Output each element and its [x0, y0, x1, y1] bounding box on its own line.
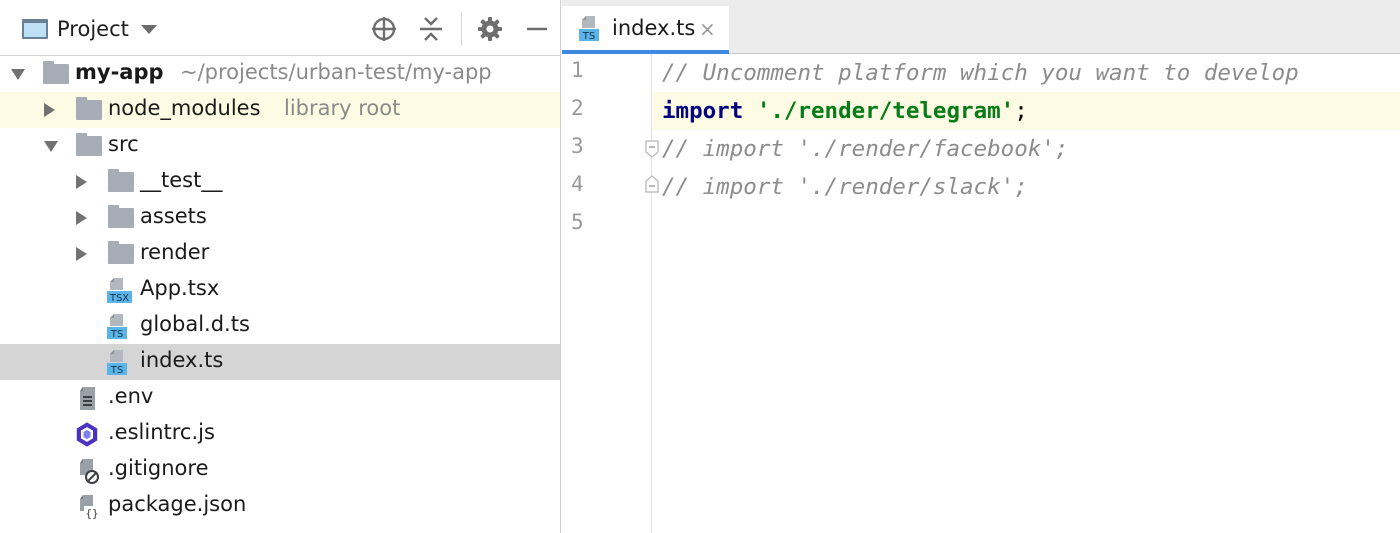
tree-item-env[interactable]: .env — [0, 380, 560, 416]
code-line[interactable]: // import './render/facebook'; — [653, 130, 1400, 168]
tree-item-label: index.ts — [140, 348, 224, 372]
editor-area: TS index.ts × 1 2 3 4 5 // Uncomment pla… — [562, 0, 1400, 533]
text-file-icon — [80, 387, 95, 410]
tree-item-index-ts[interactable]: TS index.ts — [0, 344, 560, 380]
tree-item-label: __test__ — [140, 168, 223, 192]
tree-item-package-json[interactable]: {} package.json — [0, 488, 560, 524]
collapsed-arrow-icon[interactable] — [44, 103, 55, 117]
code-comment: // Uncomment platform which you want to … — [662, 60, 1299, 86]
tree-item-label: src — [108, 132, 139, 156]
ts-file-icon: TS — [107, 350, 127, 376]
tree-item-label: package.json — [108, 492, 247, 516]
tsx-file-icon: TSX — [107, 278, 132, 304]
collapsed-arrow-icon[interactable] — [76, 175, 87, 189]
file-badge: TS — [110, 329, 123, 340]
line-number: 3 — [571, 134, 584, 158]
locate-file-icon — [372, 17, 396, 41]
panel-title: Project — [57, 17, 129, 41]
line-number: 1 — [571, 58, 584, 82]
code-punctuation: ; — [1014, 98, 1028, 124]
code-comment: // import './render/facebook'; — [662, 136, 1069, 162]
folder-icon — [108, 205, 134, 228]
code-line-current[interactable]: import './render/telegram'; — [653, 92, 1400, 130]
code-string: './render/telegram' — [756, 98, 1015, 124]
minimize-button[interactable] — [522, 14, 552, 44]
ts-file-icon: TS — [107, 314, 127, 340]
expanded-arrow-icon[interactable] — [44, 141, 58, 152]
editor-tab-bar: TS index.ts × — [562, 0, 1400, 54]
tree-item-label: my-app — [75, 60, 164, 84]
gear-icon — [478, 17, 502, 41]
code-area[interactable]: // Uncomment platform which you want to … — [653, 54, 1400, 533]
project-tool-window: Project my-app ~/projects/urban-test/my-… — [0, 0, 561, 533]
line-number-gutter: 1 2 3 4 5 — [562, 54, 659, 533]
tree-item-my-app[interactable]: my-app ~/projects/urban-test/my-app — [0, 56, 560, 92]
ignore-file-icon — [80, 459, 99, 484]
ts-file-icon: TS — [579, 16, 599, 42]
collapse-all-icon — [420, 17, 442, 41]
code-line[interactable]: // Uncomment platform which you want to … — [653, 54, 1400, 92]
tab-badge: TS — [582, 31, 595, 42]
tree-item-label: .env — [108, 384, 154, 408]
minimize-icon — [527, 27, 547, 31]
code-line[interactable]: // import './render/slack'; — [653, 168, 1400, 206]
folder-icon — [76, 133, 102, 156]
tree-item-global-d-ts[interactable]: TS global.d.ts — [0, 308, 560, 344]
folder-icon — [76, 97, 102, 120]
tree-item-gitignore[interactable]: .gitignore — [0, 452, 560, 488]
header-separator — [461, 12, 462, 46]
tree-item-label: render — [140, 240, 210, 264]
tree-item-node-modules[interactable]: node_modules library root — [0, 92, 560, 128]
code-comment: // import './render/slack'; — [662, 174, 1028, 200]
folder-icon — [43, 61, 69, 84]
line-number: 4 — [571, 172, 584, 196]
tab-label: index.ts — [612, 16, 696, 40]
folder-icon — [108, 241, 134, 264]
tree-item-label: App.tsx — [140, 276, 220, 300]
project-view-icon — [22, 19, 48, 39]
settings-button[interactable] — [475, 14, 505, 44]
tree-item-label: .eslintrc.js — [108, 420, 215, 444]
code-line[interactable] — [653, 206, 1400, 244]
project-view-selector[interactable]: Project — [22, 14, 157, 44]
tree-item-test[interactable]: __test__ — [0, 164, 560, 200]
tree-item-render[interactable]: render — [0, 236, 560, 272]
eslint-icon — [76, 422, 98, 447]
code-keyword: import — [662, 98, 744, 124]
tree-item-app-tsx[interactable]: TSX App.tsx — [0, 272, 560, 308]
line-number: 2 — [571, 96, 584, 120]
file-badge: TSX — [109, 293, 129, 304]
project-panel-header: Project — [0, 0, 560, 56]
expanded-arrow-icon[interactable] — [11, 69, 25, 80]
tree-item-eslintrc[interactable]: .eslintrc.js — [0, 416, 560, 452]
dropdown-caret-icon — [140, 24, 157, 34]
file-badge: TS — [110, 365, 123, 376]
svg-text:{}: {} — [85, 507, 98, 520]
collapsed-arrow-icon[interactable] — [76, 247, 87, 261]
locate-file-button[interactable] — [369, 14, 399, 44]
tree-item-label: global.d.ts — [140, 312, 250, 336]
tab-index-ts[interactable]: TS index.ts × — [562, 6, 729, 54]
tree-item-assets[interactable]: assets — [0, 200, 560, 236]
close-tab-icon[interactable]: × — [699, 18, 716, 40]
line-number: 5 — [571, 210, 584, 234]
collapse-all-button[interactable] — [416, 14, 446, 44]
tree-item-hint: library root — [284, 96, 401, 120]
tree-item-path: ~/projects/urban-test/my-app — [180, 60, 492, 84]
tree-item-label: node_modules — [108, 96, 261, 120]
json-file-icon: {} — [80, 495, 100, 520]
tree-item-label: .gitignore — [108, 456, 209, 480]
tree-item-src[interactable]: src — [0, 128, 560, 164]
folder-icon — [108, 169, 134, 192]
collapsed-arrow-icon[interactable] — [76, 211, 87, 225]
tree-item-label: assets — [140, 204, 207, 228]
